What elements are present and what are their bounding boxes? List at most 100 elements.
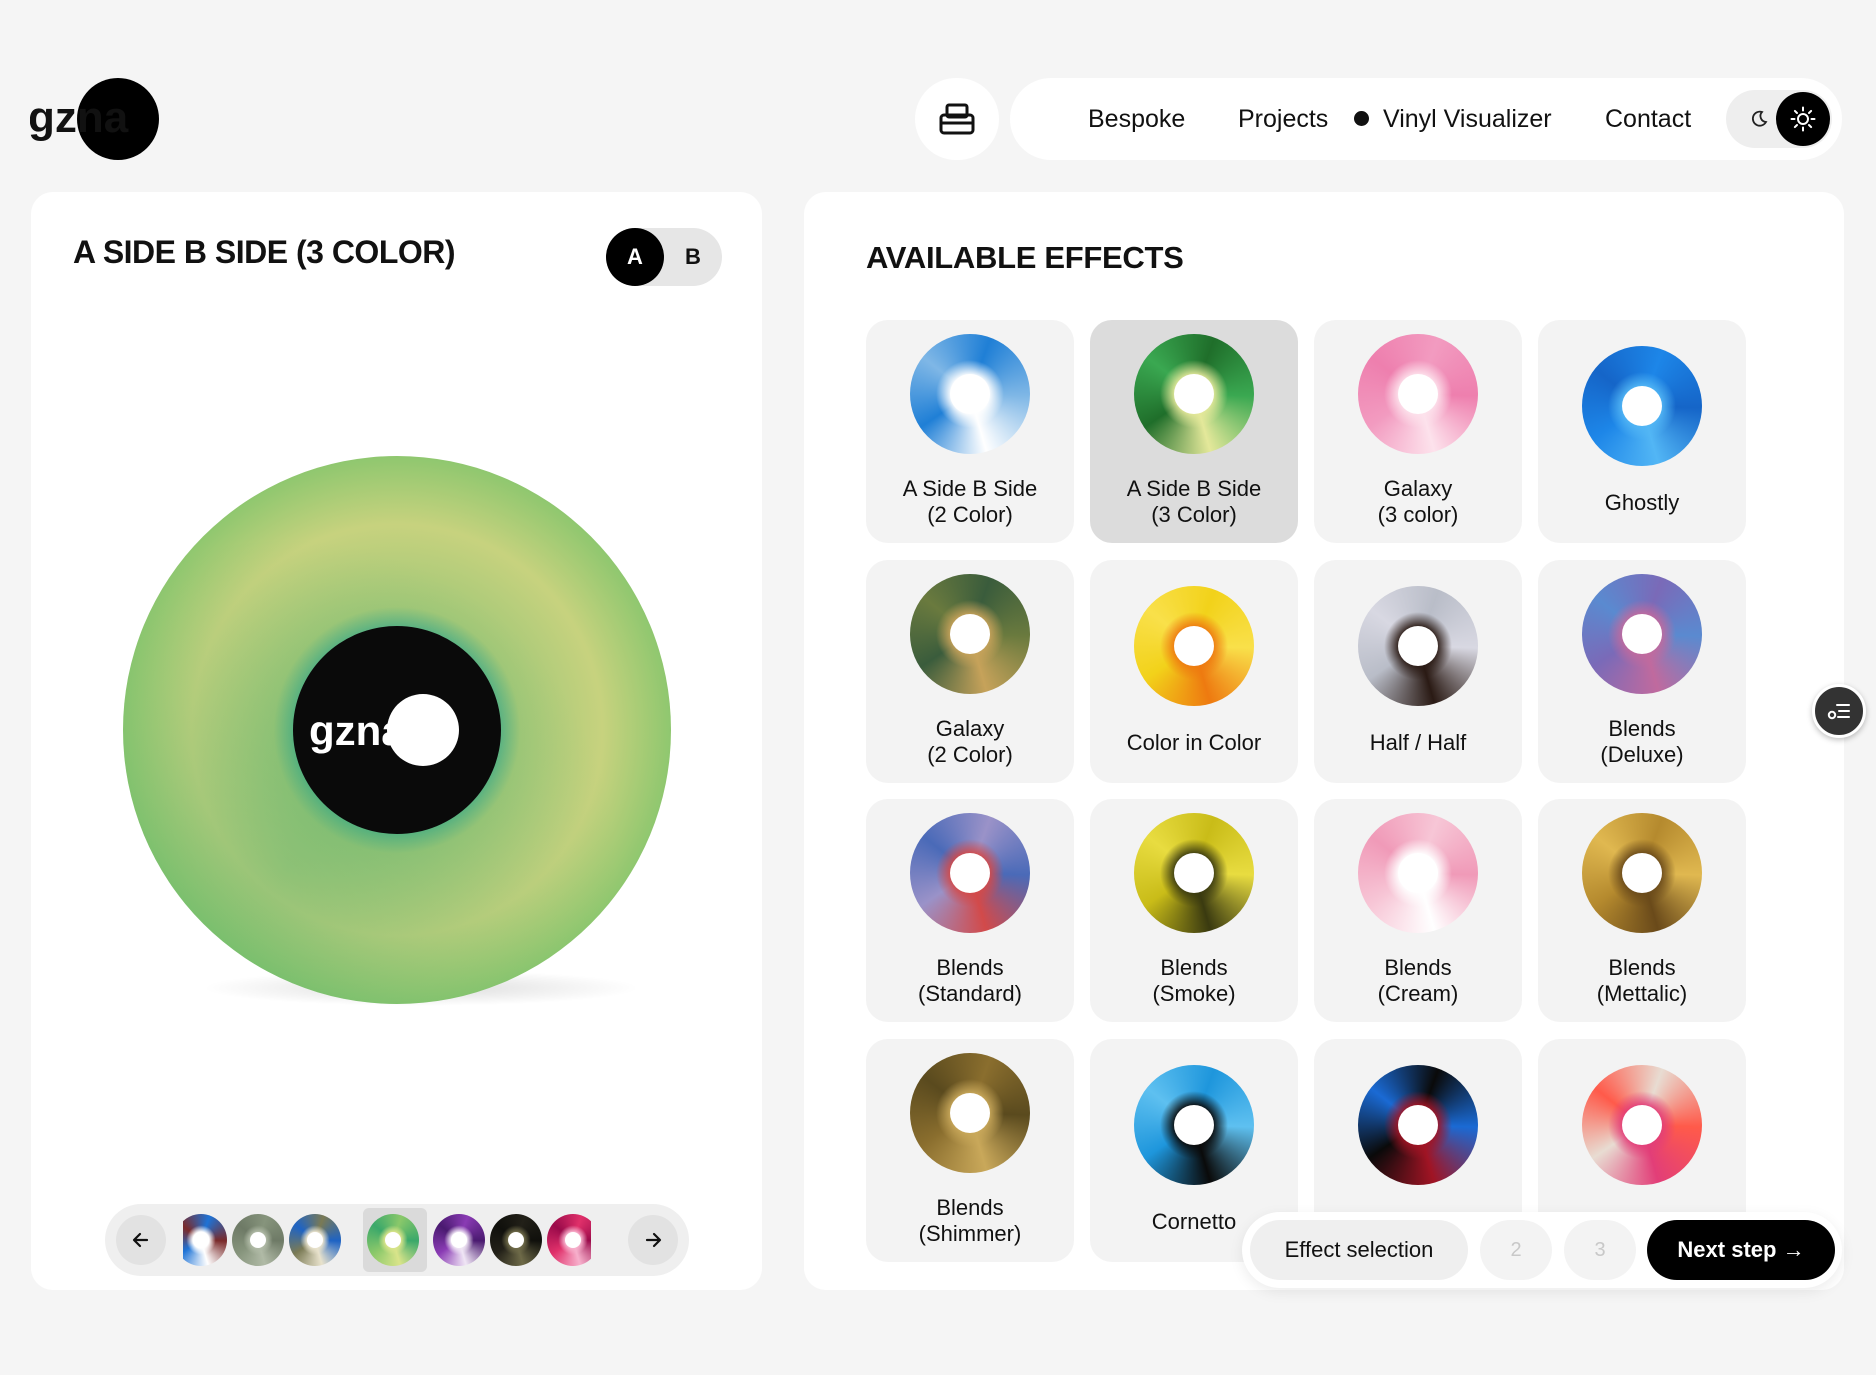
preview-panel: A SIDE B SIDE (3 COLOR) A B gzna [31, 192, 762, 1290]
record-hole [451, 1232, 467, 1248]
effect-swatch [1582, 1065, 1702, 1185]
effect-label-line: Blends [1384, 955, 1452, 980]
effect-swatch [910, 334, 1030, 454]
effect-label-line: Blends [936, 1195, 1004, 1220]
effect-carousel [105, 1204, 689, 1276]
effect-label-line: A Side B Side [902, 476, 1038, 501]
active-indicator-icon [1354, 110, 1369, 126]
effects-grid: A Side B Side (2 Color) A Side B Side (3 Co… [804, 192, 1844, 1290]
record-hole [1174, 626, 1214, 666]
record-hole [385, 1232, 401, 1248]
effect-label-line: Blends [1608, 716, 1676, 741]
sun-icon[interactable] [1776, 92, 1830, 146]
effect-swatch [1134, 334, 1254, 454]
record-hole [1398, 853, 1438, 893]
record-hole [1174, 1105, 1214, 1145]
effect-card[interactable]: Half / Half [1314, 560, 1522, 783]
effect-swatch [910, 1053, 1030, 1173]
record-hole [950, 614, 990, 654]
theme-toggle[interactable] [1726, 90, 1832, 148]
effect-swatch [1358, 1065, 1478, 1185]
effect-label-line: (Cream) [1377, 981, 1459, 1006]
effect-label: Galaxy (3 color) [1314, 476, 1522, 528]
vinyl-record-preview: gzna [123, 456, 671, 1004]
record-hole [1174, 374, 1214, 414]
effect-card[interactable]: Blends (Mettalic) [1538, 799, 1746, 1022]
effect-card[interactable]: Blends (Smoke) [1090, 799, 1298, 1022]
effect-label-line: (Mettalic) [1596, 981, 1688, 1006]
record-hole [1398, 1105, 1438, 1145]
logo-mark: gzna [28, 78, 159, 160]
carousel-thumbnail[interactable] [367, 1214, 419, 1266]
effect-card[interactable]: Blends (Deluxe) [1538, 560, 1746, 783]
carousel-thumbnail[interactable] [547, 1214, 591, 1266]
nav-projects[interactable]: Projects [1238, 78, 1328, 160]
effect-label-line: (2 Color) [927, 502, 1013, 527]
record-label-text: gzna [309, 707, 405, 754]
effect-card[interactable]: Color in Color [1090, 560, 1298, 783]
effect-label: Blends (Mettalic) [1538, 955, 1746, 1007]
carousel-thumbnail[interactable] [183, 1214, 227, 1266]
arrow-left-icon [132, 1232, 149, 1248]
record-hole [250, 1232, 266, 1248]
settings-list-icon [1827, 704, 1850, 720]
effect-label: Color in Color [1090, 730, 1298, 756]
step-2[interactable]: 2 [1480, 1220, 1552, 1280]
side-a-button[interactable]: A [606, 228, 664, 286]
cart-button[interactable] [915, 78, 999, 160]
effect-label: Blends (Shimmer) [866, 1195, 1074, 1247]
effect-swatch [1358, 813, 1478, 933]
effect-card[interactable]: Blends (Standard) [866, 799, 1074, 1022]
next-step-button[interactable]: Next step → [1647, 1220, 1835, 1280]
carousel-thumbnail[interactable] [433, 1214, 485, 1266]
effect-swatch [1134, 813, 1254, 933]
effect-swatch [1582, 813, 1702, 933]
side-toggle: A B [606, 228, 722, 286]
effect-card[interactable]: A Side B Side (2 Color) [866, 320, 1074, 543]
carousel-next-button[interactable] [628, 1215, 678, 1265]
carousel-thumbnail[interactable] [232, 1214, 284, 1266]
logo[interactable]: gzna [28, 78, 162, 160]
record-hole [193, 1232, 209, 1248]
step-3[interactable]: 3 [1564, 1220, 1636, 1280]
carousel-thumbnail[interactable] [289, 1214, 341, 1266]
effect-label-line: (Shimmer) [918, 1221, 1022, 1246]
carousel-prev-button[interactable] [116, 1215, 166, 1265]
effect-swatch [910, 574, 1030, 694]
record-hole [1398, 374, 1438, 414]
effect-swatch [910, 813, 1030, 933]
record-hole [1622, 853, 1662, 893]
effect-label: Galaxy (2 Color) [866, 716, 1074, 768]
step-current[interactable]: Effect selection [1250, 1220, 1468, 1280]
effect-card[interactable]: Ghostly [1538, 320, 1746, 543]
nav-contact[interactable]: Contact [1605, 78, 1691, 160]
effect-label: A Side B Side (3 Color) [1090, 476, 1298, 528]
record-hole [565, 1232, 581, 1248]
nav-vinyl-visualizer[interactable]: Vinyl Visualizer [1354, 78, 1552, 160]
carousel-thumbnail[interactable] [490, 1214, 542, 1266]
side-b-button[interactable]: B [664, 228, 722, 286]
nav-vinyl-visualizer-label: Vinyl Visualizer [1383, 105, 1552, 133]
effect-label-line: Blends [1608, 955, 1676, 980]
effect-label-line: (2 Color) [927, 742, 1013, 767]
effect-card[interactable]: Blends (Cream) [1314, 799, 1522, 1022]
effect-swatch [1134, 586, 1254, 706]
effect-label: Half / Half [1314, 730, 1522, 756]
effect-card[interactable]: Galaxy (2 Color) [866, 560, 1074, 783]
effect-swatch [1582, 346, 1702, 466]
effect-label-line: (3 color) [1377, 502, 1459, 527]
effect-label-line: (Smoke) [1152, 981, 1236, 1006]
settings-list-button[interactable] [1812, 684, 1866, 738]
effect-card[interactable]: A Side B Side (3 Color) [1090, 320, 1298, 543]
preview-title: A SIDE B SIDE (3 COLOR) [73, 234, 456, 270]
record-hole [1622, 614, 1662, 654]
effect-card[interactable]: Blends (Shimmer) [866, 1039, 1074, 1262]
effect-label-line: Blends [936, 955, 1004, 980]
effect-card[interactable]: Galaxy (3 color) [1314, 320, 1522, 543]
nav-bespoke[interactable]: Bespoke [1088, 78, 1185, 160]
effect-label: Blends (Standard) [866, 955, 1074, 1007]
effect-label-line: Ghostly [1604, 490, 1680, 515]
main-nav: Bespoke Projects Vinyl Visualizer Contac… [1010, 78, 1842, 160]
moon-icon[interactable] [1740, 90, 1778, 148]
effect-label: Blends (Cream) [1314, 955, 1522, 1007]
